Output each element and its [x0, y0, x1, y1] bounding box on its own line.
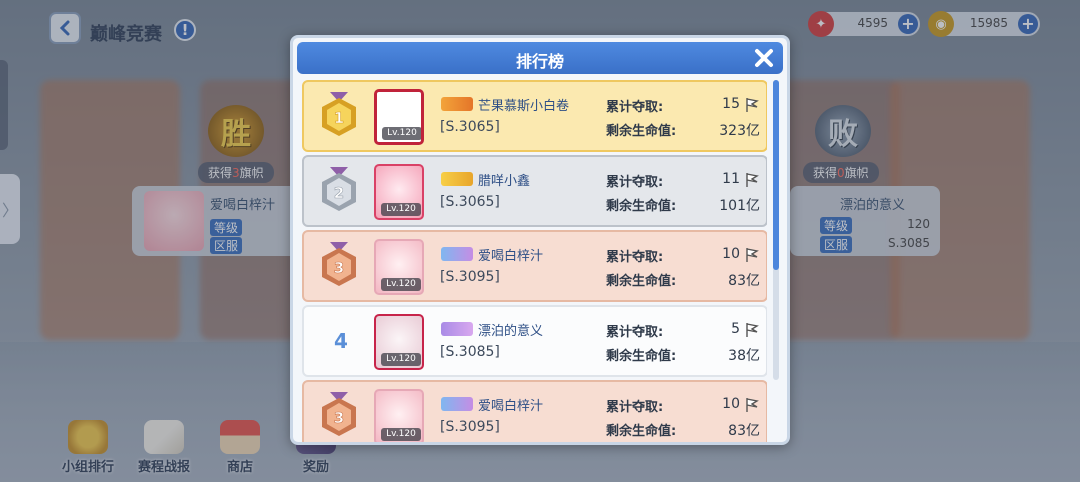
rank-row[interactable]: 1 Lv.120 芒果慕斯小白卷 [S.3065] 累计夺取: 15 剩余生命值… [302, 80, 767, 152]
rank-row[interactable]: 3 Lv.120 爱喝白梓汁 [S.3095] 累计夺取: 10 剩余生命值: … [302, 230, 767, 302]
captured-value: 15 [722, 96, 740, 112]
flag-icon [746, 398, 759, 412]
modal-header: 排行榜 [297, 42, 783, 74]
player-server: [S.3095] [440, 269, 500, 285]
rank-row[interactable]: 2 Lv.120 腊咩小鑫 [S.3065] 累计夺取: 11 剩余生命值: 1… [302, 155, 767, 227]
captured-label: 累计夺取: [606, 175, 664, 190]
rank-number: 3 [334, 409, 344, 427]
close-button[interactable] [751, 45, 777, 71]
rank-number: 4 [334, 329, 348, 353]
hp-value: 83亿 [728, 273, 760, 289]
flag-icon [746, 98, 759, 112]
scrollbar[interactable] [773, 80, 779, 380]
player-name: 爱喝白梓汁 [478, 249, 544, 264]
avatar[interactable]: Lv.120 [374, 164, 424, 220]
rank-medal-icon: 2 [322, 167, 356, 211]
flag-icon [746, 248, 759, 262]
rank-medal-icon: 1 [322, 92, 356, 136]
player-server: [S.3085] [440, 344, 500, 360]
title-badge-icon [441, 397, 473, 411]
level-badge: Lv.120 [381, 278, 421, 291]
captured-value: 10 [722, 246, 740, 262]
ranking-list[interactable]: 1 Lv.120 芒果慕斯小白卷 [S.3065] 累计夺取: 15 剩余生命值… [299, 80, 767, 442]
captured-value: 11 [722, 171, 740, 187]
title-badge-icon [441, 322, 473, 336]
flag-icon [746, 323, 759, 337]
player-server: [S.3065] [440, 119, 500, 135]
rank-row[interactable]: 4 Lv.120 漂泊的意义 [S.3085] 累计夺取: 5 剩余生命值: 3… [302, 305, 767, 377]
player-name: 爱喝白梓汁 [478, 399, 544, 414]
hp-label: 剩余生命值: [606, 349, 677, 364]
hp-label: 剩余生命值: [606, 274, 677, 289]
title-badge-icon [441, 247, 473, 261]
player-name: 漂泊的意义 [478, 324, 544, 339]
player-server: [S.3065] [440, 194, 500, 210]
title-badge-icon [441, 172, 473, 186]
level-badge: Lv.120 [381, 428, 421, 441]
close-icon [755, 49, 773, 67]
captured-label: 累计夺取: [606, 250, 664, 265]
rank-medal-icon: 3 [322, 392, 356, 436]
player-name: 腊咩小鑫 [478, 174, 531, 189]
hp-label: 剩余生命值: [606, 199, 677, 214]
rank-number: 2 [334, 184, 344, 202]
hp-value: 38亿 [728, 348, 760, 364]
hp-value: 83亿 [728, 423, 760, 439]
player-server: [S.3095] [440, 419, 500, 435]
scrollbar-thumb[interactable] [773, 80, 779, 270]
rank-number: 1 [334, 109, 344, 127]
title-badge-icon [441, 97, 473, 111]
captured-label: 累计夺取: [606, 100, 664, 115]
level-badge: Lv.120 [381, 203, 421, 216]
rank-medal-icon: 3 [322, 242, 356, 286]
flag-icon [746, 173, 759, 187]
avatar[interactable]: Lv.120 [374, 314, 424, 370]
captured-label: 累计夺取: [606, 400, 664, 415]
player-name: 芒果慕斯小白卷 [478, 99, 570, 114]
modal-title: 排行榜 [515, 52, 564, 71]
rank-row[interactable]: 3 Lv.120 爱喝白梓汁 [S.3095] 累计夺取: 10 剩余生命值: … [302, 380, 767, 442]
avatar[interactable]: Lv.120 [374, 389, 424, 442]
avatar[interactable]: Lv.120 [374, 239, 424, 295]
captured-value: 10 [722, 396, 740, 412]
level-badge: Lv.120 [382, 127, 421, 140]
hp-label: 剩余生命值: [606, 424, 677, 439]
hp-value: 323亿 [719, 123, 760, 139]
captured-value: 5 [731, 321, 740, 337]
hp-value: 101亿 [719, 198, 760, 214]
rank-number: 3 [334, 259, 344, 277]
avatar[interactable]: Lv.120 [374, 89, 424, 145]
captured-label: 累计夺取: [606, 325, 664, 340]
hp-label: 剩余生命值: [606, 124, 677, 139]
leaderboard-modal: 排行榜 1 Lv.120 芒果慕斯小白卷 [S.3065] 累计夺取: 15 剩… [290, 35, 790, 445]
level-badge: Lv.120 [381, 353, 421, 366]
